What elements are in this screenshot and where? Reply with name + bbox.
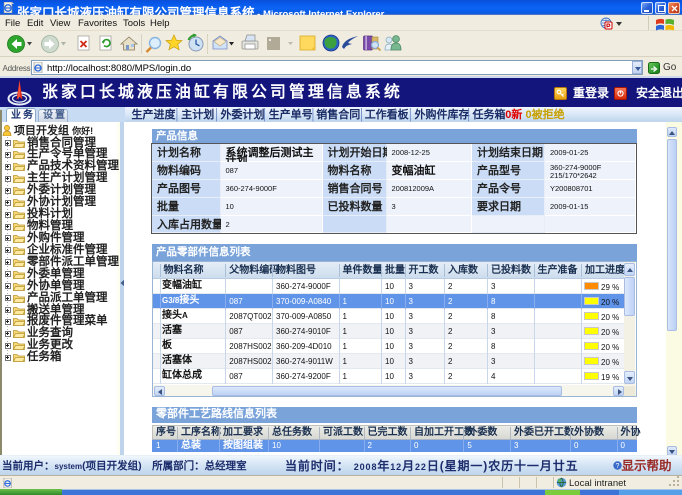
svg-text:?: ?	[616, 463, 620, 470]
